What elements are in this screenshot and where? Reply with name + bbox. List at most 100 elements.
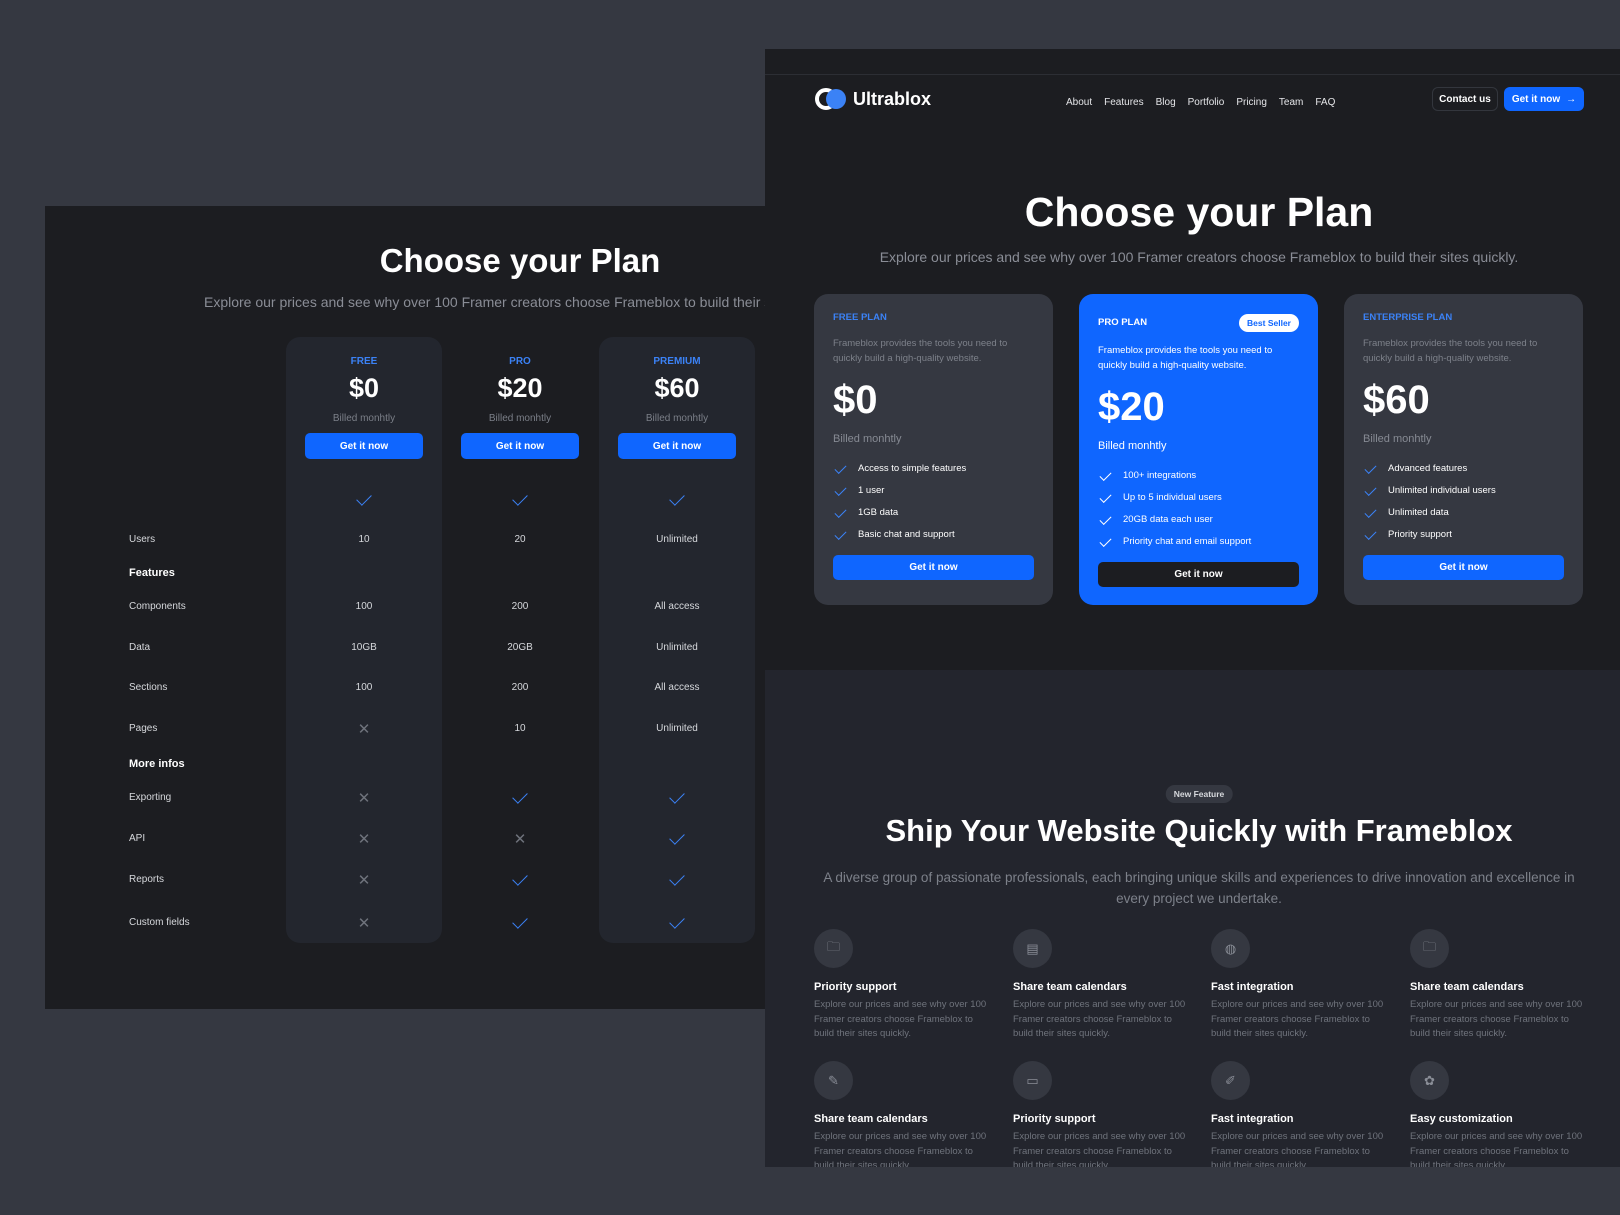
feature-item: 🗀 Priority support Explore our prices an… [814,929,994,1042]
new-feature-badge: New Feature [1165,785,1233,803]
feature-title: Easy customization [1410,1113,1513,1125]
feature-description: Explore our prices and see why over 100 … [1013,999,1186,1039]
feature-item: Priority chat and email support [1098,530,1299,552]
get-it-now-button[interactable]: Get it now [1098,562,1299,587]
folder-icon: 🗀 [814,929,853,968]
brand-name: Ultrablox [853,88,932,109]
pencil-icon: ✐ [1211,1061,1250,1100]
get-it-now-button[interactable]: Get it now [1363,555,1564,580]
feature-description: Explore our prices and see why over 100 … [1410,999,1583,1039]
pricing-page: Ultrablox About Features Blog Portfolio Pric… [765,49,1620,1167]
check-icon [512,913,528,929]
feature-label: Unlimited data [1388,506,1449,518]
feature-item: 100+ integrations [1098,464,1299,486]
feature-label: Access to simple features [858,462,967,474]
cell-value: 10 [358,534,370,545]
billing-period: Billed monhtly [332,413,396,424]
billing-period: Billed monhtly [488,413,552,424]
premium-column-card [599,337,755,943]
check-icon [834,527,847,541]
best-seller-badge: Best Seller [1239,314,1299,332]
globe-icon: ◍ [1211,929,1250,968]
feature-item: Unlimited individual users [1363,479,1564,501]
cell-value: 20 [514,534,526,545]
arrow-right-icon: → [1566,93,1577,105]
check-icon [1099,512,1112,526]
check-icon [1364,527,1377,541]
feature-label: 100+ integrations [1123,469,1197,481]
nav-portfolio[interactable]: Portfolio [1188,97,1225,108]
plan-name: PREMIUM [653,356,701,367]
plan-name: ENTERPRISE PLAN [1363,312,1453,323]
feature-item: ✿ Easy customization Explore our prices … [1410,1061,1590,1167]
pin-icon: ✎ [814,1061,853,1100]
feature-label: Advanced features [1388,462,1468,474]
check-icon [1099,468,1112,482]
check-icon [1099,534,1112,548]
feature-item: Basic chat and support [833,523,1034,545]
nav-about[interactable]: About [1066,97,1092,108]
feature-item: 1GB data [833,501,1034,523]
plan-card: ENTERPRISE PLAN Frameblox provides the t… [1344,294,1583,605]
get-it-now-button[interactable]: Get it now → [1504,87,1584,111]
nav-team[interactable]: Team [1279,97,1303,108]
get-it-now-button[interactable]: Get it now [305,433,423,459]
feature-description: Explore our prices and see why over 100 … [1410,1131,1583,1167]
cell-value: All access [654,682,700,693]
plan-card: Best Seller PRO PLAN Frameblox provides … [1079,294,1318,605]
logo[interactable]: Ultrablox [814,87,931,111]
feature-item: 20GB data each user [1098,508,1299,530]
cell-value: All access [654,601,700,612]
nav-blog[interactable]: Blog [1156,97,1176,108]
section-heading: More infos [129,758,185,770]
billing-period: Billed monhtly [1098,440,1167,452]
main-nav: About Features Blog Portfolio Pricing Team FAQ [1060,92,1341,110]
feature-label: 1GB data [858,506,899,518]
section-heading: Features [129,567,175,579]
nav-pricing[interactable]: Pricing [1236,97,1267,108]
get-it-now-button[interactable]: Get it now [461,433,579,459]
cell-value: Unlimited [656,642,698,653]
cell-value: 200 [511,682,529,693]
row-label: Data [129,642,151,653]
feature-label: 20GB data each user [1123,513,1213,525]
plan-description: Frameblox provides the tools you need to… [833,338,1008,364]
nav-faq[interactable]: FAQ [1315,97,1335,108]
feature-item: ◍ Fast integration Explore our prices an… [1211,929,1391,1042]
plan-description: Frameblox provides the tools you need to… [1363,338,1538,364]
feature-title: Fast integration [1211,1113,1294,1125]
row-label: Components [129,601,186,612]
feature-item: 1 user [833,479,1034,501]
feature-item: Priority support [1363,523,1564,545]
row-label: Sections [129,682,168,693]
feature-label: 1 user [858,484,885,496]
get-it-now-button[interactable]: Get it now [618,433,736,459]
billing-period: Billed monhtly [645,413,709,424]
get-it-now-button[interactable]: Get it now [833,555,1034,580]
row-label: Custom fields [129,917,190,928]
cell-value: 10GB [351,642,377,653]
free-column-card [286,337,442,943]
browser-top-strip [765,49,1620,75]
feature-description: Explore our prices and see why over 100 … [1211,999,1384,1039]
feature-item: ▤ Share team calendars Explore our price… [1013,929,1193,1042]
row-label: Pages [129,723,158,734]
cell-value: 100 [355,682,373,693]
nav-features[interactable]: Features [1104,97,1143,108]
paw-icon: ✿ [1410,1061,1449,1100]
contact-us-button[interactable]: Contact us [1432,87,1498,111]
cross-icon: ✕ [357,790,371,807]
feature-label: Priority support [1388,528,1452,540]
row-label: Exporting [129,792,172,803]
page-title: Choose your Plan [379,242,661,279]
features-section: New Feature Ship Your Website Quickly wi… [765,670,1620,1167]
feature-description: Explore our prices and see why over 100 … [814,999,987,1039]
monitor-icon: ▭ [1013,1061,1052,1100]
row-label: API [129,833,146,844]
feature-title: Priority support [1013,1113,1096,1125]
cta-label: Get it now [1511,93,1561,105]
feature-label: Up to 5 individual users [1123,491,1222,503]
cell-value: 100 [355,601,373,612]
plan-price: $60 [654,373,700,403]
page-title: Choose your Plan [1024,189,1374,235]
